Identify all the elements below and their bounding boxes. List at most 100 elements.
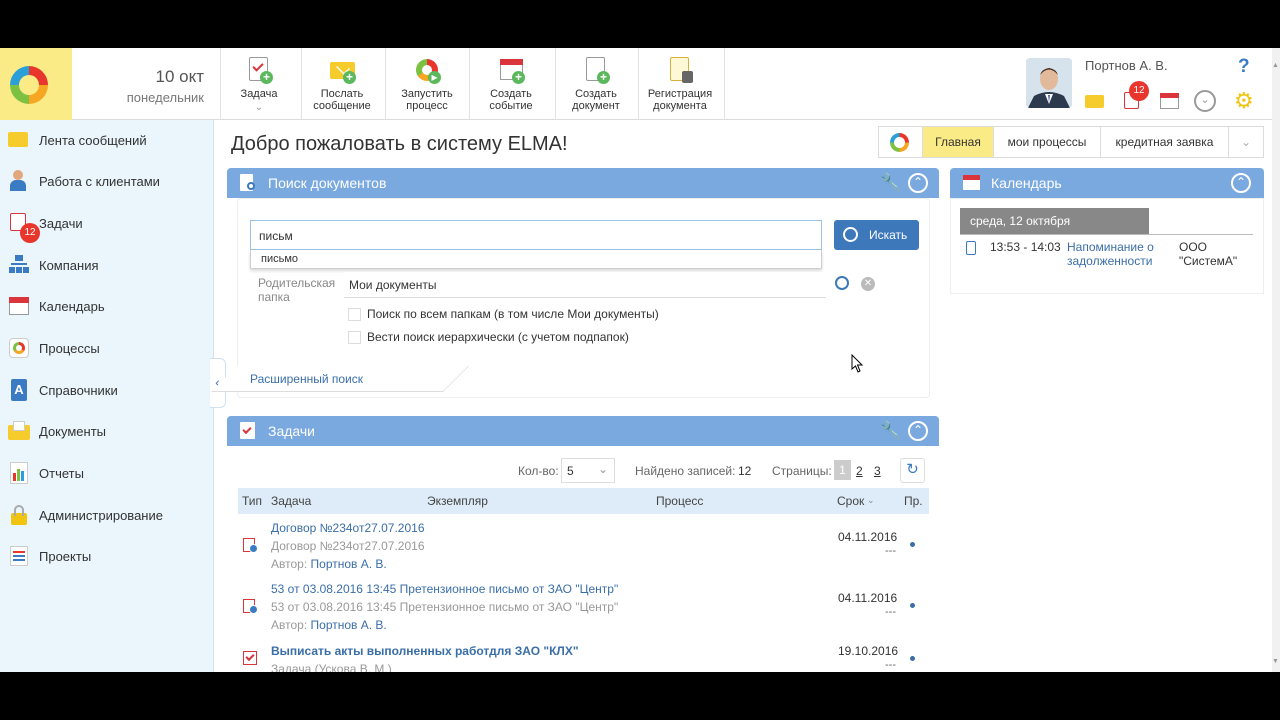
sidebar-item-feed[interactable]: Лента сообщений (0, 122, 214, 158)
sidebar-item-projects[interactable]: Проекты (0, 538, 214, 574)
sidebar-item-company[interactable]: Компания (0, 247, 214, 283)
column-header-type[interactable]: Тип (242, 494, 262, 508)
chevron-down-icon: ⌄ (1240, 135, 1252, 149)
event-title-link[interactable]: задолженности (1067, 254, 1152, 268)
author-link[interactable]: Портнов А. В. (311, 618, 387, 632)
create-event-button[interactable]: + Создать событие (480, 48, 542, 120)
user-name[interactable]: Портнов А. В. (1085, 58, 1168, 73)
avatar[interactable] (1026, 58, 1072, 108)
table-row[interactable]: 53 от 03.08.2016 13:45 Претензионное пис… (238, 579, 929, 641)
toolbar-divider (385, 48, 386, 120)
column-header-due[interactable]: Срок (837, 494, 864, 508)
table-row[interactable]: Выписать акты выполненных работдля ЗАО "… (238, 641, 929, 672)
toolbar-divider (301, 48, 302, 120)
tab-credit-application[interactable]: кредитная заявка (1101, 127, 1229, 157)
sidebar-item-tasks[interactable]: Задачи 12 (0, 205, 214, 243)
top-bar: 10 окт понедельник + Задача ⌄ + Послать … (0, 48, 1280, 120)
mouse-cursor-icon (851, 354, 864, 373)
scroll-up-icon[interactable]: ▲ (1272, 62, 1280, 70)
advanced-search-link[interactable]: Расширенный поиск (250, 372, 363, 386)
tab-home[interactable]: Главная (923, 127, 994, 157)
chevron-down-icon[interactable]: ⌄ (1194, 90, 1216, 112)
create-document-button[interactable]: + Создать документ (566, 48, 626, 120)
processes-icon (8, 337, 30, 359)
column-header-process[interactable]: Процесс (656, 494, 703, 508)
sidebar-item-clients[interactable]: Работа с клиентами (0, 163, 214, 199)
company-icon (8, 254, 30, 276)
scroll-down-icon[interactable]: ▼ (1272, 658, 1280, 666)
scrollbar[interactable]: ▲ ▼ (1272, 48, 1280, 672)
tabs-more-dropdown[interactable]: ⌄ (1229, 127, 1263, 157)
tab-my-processes[interactable]: мои процессы (994, 127, 1101, 157)
collapse-up-icon[interactable]: ⌃ (908, 421, 928, 441)
wrench-icon[interactable]: 🔧 (880, 421, 901, 441)
task-title-link[interactable]: Выписать акты выполненных работдля ЗАО "… (271, 644, 579, 658)
toolbar-divider (638, 48, 639, 120)
elma-logo-icon[interactable] (10, 66, 48, 104)
plus-icon: + (260, 71, 273, 84)
parent-folder-field[interactable]: Мои документы (344, 272, 826, 298)
sidebar-item-catalogs[interactable]: A Справочники (0, 372, 214, 408)
sidebar-item-label: Документы (39, 424, 107, 439)
sidebar-item-processes[interactable]: Процессы (0, 330, 214, 366)
task-due-date: 19.10.2016 (838, 644, 899, 658)
help-icon[interactable]: ? (1238, 56, 1250, 78)
start-process-button[interactable]: ▸ Запустить процесс (396, 48, 458, 120)
date-weekday: понедельник (126, 90, 204, 105)
sort-down-icon[interactable]: ⌄ (867, 495, 875, 506)
task-author: Автор: Портнов А. В. (271, 618, 387, 632)
logo-arrow-shape (58, 48, 72, 120)
autocomplete-suggestion[interactable]: письмо (250, 250, 822, 269)
divider (960, 234, 1253, 235)
column-header-task[interactable]: Задача (271, 494, 311, 508)
calendar-icon[interactable] (1160, 92, 1180, 110)
gear-icon[interactable]: ⚙ (1234, 90, 1256, 112)
lock-icon (682, 71, 693, 83)
column-header-instance[interactable]: Экземпляр (427, 494, 488, 508)
event-title-link[interactable]: Напоминание о (1067, 240, 1154, 254)
new-task-button[interactable]: + Задача ⌄ (232, 48, 286, 120)
page-link[interactable]: 3 (874, 464, 881, 478)
column-header-priority[interactable]: Пр. (904, 494, 923, 508)
document-task-icon (243, 599, 259, 615)
search-icon[interactable] (835, 276, 849, 290)
wrench-icon[interactable]: 🔧 (880, 173, 901, 193)
chevron-down-icon[interactable]: ⌄ (232, 102, 286, 114)
task-title-link[interactable]: 53 от 03.08.2016 13:45 Претензионное пис… (271, 582, 618, 596)
search-button[interactable]: Искать (834, 220, 919, 250)
sidebar-item-label: Задачи (39, 216, 83, 231)
tasks-table-header: Тип Задача Экземпляр Процесс Срок ⌄ Пр. (238, 488, 929, 514)
refresh-icon[interactable]: ↻ (900, 458, 925, 483)
collapse-up-icon[interactable]: ⌃ (1231, 173, 1251, 193)
sidebar-item-calendar[interactable]: Календарь (0, 288, 214, 324)
toolbar-label: Регистрация (647, 88, 713, 100)
clear-icon[interactable]: ✕ (861, 277, 875, 291)
author-link[interactable]: Портнов А. В. (311, 557, 387, 571)
sidebar-item-documents[interactable]: Документы (0, 413, 214, 449)
page-title: Добро пожаловать в систему ELMA! (231, 133, 568, 155)
page-link-active[interactable]: 1 (834, 460, 851, 480)
envelope-icon[interactable] (1085, 92, 1105, 110)
task-title-link[interactable]: Договор №234от27.07.2016 (271, 521, 425, 535)
projects-icon (8, 545, 30, 567)
plus-icon: + (512, 71, 525, 84)
sidebar-item-admin[interactable]: Администрирование (0, 497, 214, 533)
count-select[interactable]: 5 ⌄ (561, 458, 615, 483)
checkbox-label: Вести поиск иерархически (с учетом подпа… (367, 330, 629, 344)
search-all-folders-checkbox[interactable] (348, 308, 361, 321)
home-logo-tab[interactable] (879, 127, 923, 157)
send-message-button[interactable]: + Послать сообщение (310, 48, 374, 120)
collapse-up-icon[interactable]: ⌃ (908, 173, 928, 193)
plus-icon: + (343, 71, 356, 84)
sidebar-item-reports[interactable]: Отчеты (0, 455, 214, 491)
page-link[interactable]: 2 (856, 464, 863, 478)
page-tabs: Главная мои процессы кредитная заявка ⌄ (878, 126, 1264, 158)
hierarchical-search-checkbox[interactable] (348, 331, 361, 344)
register-document-button[interactable]: Регистрация документа (644, 48, 716, 120)
envelope-icon: + (328, 56, 356, 84)
event-organization: ООО (1179, 240, 1208, 254)
count-label: Кол-во: (518, 464, 559, 478)
table-row[interactable]: Договор №234от27.07.2016 Договор №234от2… (238, 518, 929, 580)
toolbar-divider (555, 48, 556, 120)
search-input[interactable]: письм (250, 220, 822, 250)
